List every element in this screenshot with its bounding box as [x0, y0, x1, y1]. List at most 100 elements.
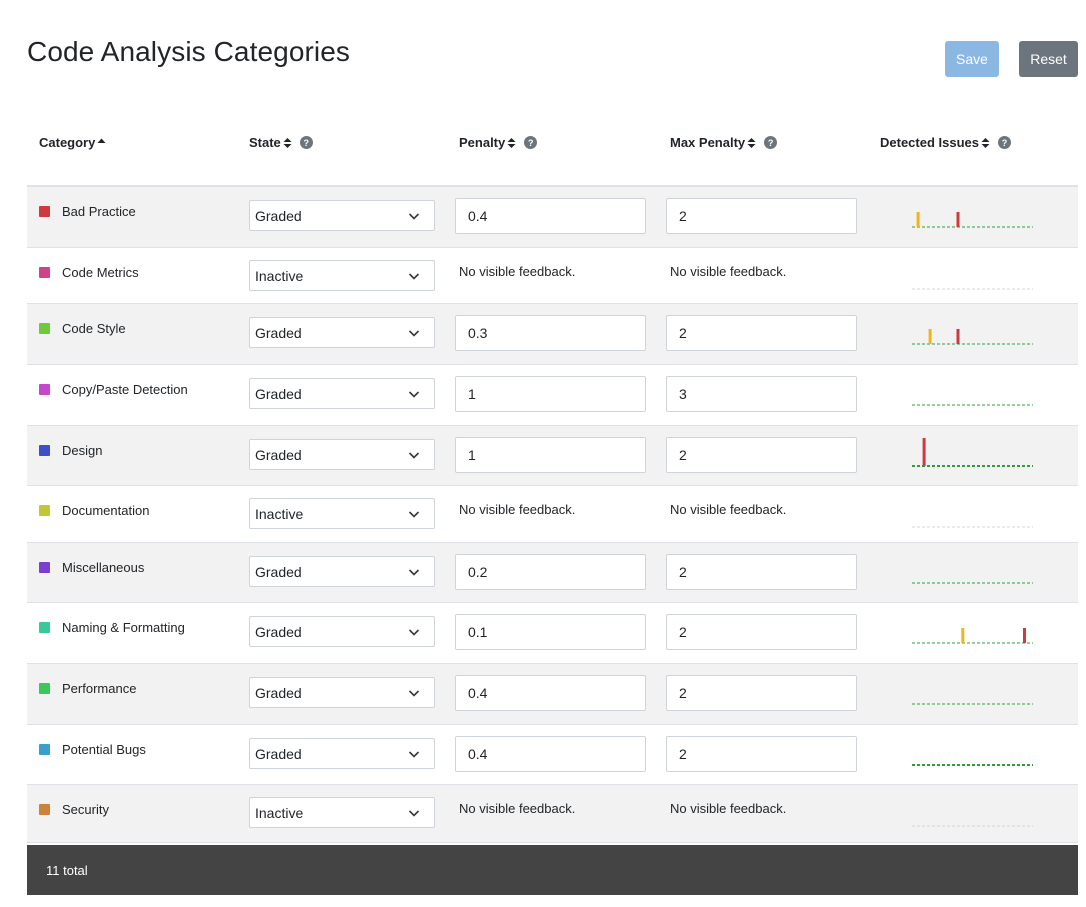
category-label: Performance [62, 681, 137, 696]
detected-issues-sparkline [912, 212, 1033, 228]
penalty-input[interactable]: 0.4 [455, 675, 646, 711]
state-select[interactable]: Inactive [249, 797, 435, 828]
chevron-down-icon [408, 213, 420, 220]
state-select-value: Graded [255, 207, 302, 224]
state-select[interactable]: Graded [249, 200, 435, 231]
penalty-no-feedback: No visible feedback. [459, 264, 576, 279]
chevron-down-icon [408, 810, 420, 817]
max-penalty-input[interactable]: 2 [666, 614, 857, 650]
category-color-swatch [39, 206, 50, 217]
max-penalty-value: 2 [679, 447, 687, 463]
table-row: Performance Graded 0.4 2 [27, 664, 1078, 725]
state-select[interactable]: Graded [249, 317, 435, 348]
detected-issues-sparkline [912, 703, 1033, 705]
detected-issues-sparkline [912, 288, 1033, 290]
penalty-no-feedback: No visible feedback. [459, 502, 576, 517]
penalty-input[interactable]: 1 [455, 437, 646, 473]
category-cell: Performance [39, 681, 136, 696]
max-penalty-input[interactable]: 2 [666, 315, 857, 351]
penalty-input[interactable]: 1 [455, 376, 646, 412]
state-select-value: Graded [255, 745, 302, 762]
state-select[interactable]: Inactive [249, 498, 435, 529]
sort-icon [507, 137, 516, 148]
max-penalty-input[interactable]: 2 [666, 198, 857, 234]
max-penalty-input[interactable]: 2 [666, 736, 857, 772]
detected-issues-sparkline [912, 438, 1033, 467]
column-header-category[interactable]: Category [39, 135, 106, 150]
state-select[interactable]: Graded [249, 616, 435, 647]
state-select-value: Graded [255, 446, 302, 463]
state-select[interactable]: Graded [249, 378, 435, 409]
help-icon[interactable]: ? [524, 136, 538, 149]
column-header-max-penalty[interactable]: Max Penalty ? [670, 135, 778, 150]
table-header: Category State ? Penalty ? Max Penalty ?… [27, 110, 1078, 187]
column-header-detected-issues[interactable]: Detected Issues ? [880, 135, 1011, 150]
table-row: Potential Bugs Graded 0.4 2 [27, 725, 1078, 785]
penalty-no-feedback: No visible feedback. [459, 801, 576, 816]
max-penalty-input[interactable]: 3 [666, 376, 857, 412]
category-label: Potential Bugs [62, 742, 146, 757]
chevron-down-icon [408, 452, 420, 459]
page-title: Code Analysis Categories [27, 36, 351, 67]
state-select[interactable]: Graded [249, 439, 435, 470]
penalty-input[interactable]: 0.1 [455, 614, 646, 650]
penalty-value: 0.4 [468, 208, 488, 224]
category-label: Copy/Paste Detection [62, 382, 188, 397]
save-button[interactable]: Save [945, 41, 999, 77]
max-penalty-value: 2 [679, 685, 687, 701]
detected-issues-sparkline [912, 825, 1033, 827]
max-penalty-value: 2 [679, 208, 687, 224]
chevron-down-icon [408, 511, 420, 518]
max-penalty-value: 2 [679, 564, 687, 580]
sort-icon [747, 137, 756, 148]
state-select[interactable]: Graded [249, 738, 435, 769]
issue-bar [928, 329, 932, 344]
detected-issues-sparkline [912, 329, 1033, 345]
categories-table: Category State ? Penalty ? Max Penalty ?… [27, 110, 1078, 843]
category-label: Security [62, 802, 109, 817]
state-select-value: Graded [255, 324, 302, 341]
penalty-input[interactable]: 0.4 [455, 736, 646, 772]
penalty-input[interactable]: 0.3 [455, 315, 646, 351]
max-penalty-value: 2 [679, 325, 687, 341]
max-penalty-input[interactable]: 2 [666, 554, 857, 590]
max-penalty-no-feedback: No visible feedback. [670, 801, 787, 816]
category-cell: Code Style [39, 321, 126, 336]
category-cell: Copy/Paste Detection [39, 382, 188, 397]
category-color-swatch [39, 562, 50, 573]
penalty-input[interactable]: 0.4 [455, 198, 646, 234]
category-color-swatch [39, 505, 50, 516]
state-select[interactable]: Graded [249, 556, 435, 587]
state-select[interactable]: Inactive [249, 260, 435, 291]
chevron-down-icon [408, 629, 420, 636]
penalty-input[interactable]: 0.2 [455, 554, 646, 590]
detected-issues-sparkline [912, 628, 1033, 644]
category-label: Miscellaneous [62, 560, 145, 575]
table-row: Miscellaneous Graded 0.2 2 [27, 543, 1078, 603]
table-row: Bad Practice Graded 0.4 2 [27, 187, 1078, 248]
table-body: Bad Practice Graded 0.4 2 Code Metrics Inacti… [27, 187, 1078, 843]
category-color-swatch [39, 445, 50, 456]
max-penalty-no-feedback: No visible feedback. [670, 264, 787, 279]
chevron-down-icon [408, 569, 420, 576]
column-header-state[interactable]: State ? [249, 135, 313, 150]
issue-bar [961, 628, 965, 643]
help-icon[interactable]: ? [764, 136, 778, 149]
penalty-value: 0.4 [468, 685, 488, 701]
state-select[interactable]: Graded [249, 677, 435, 708]
reset-button[interactable]: Reset [1019, 41, 1078, 77]
chevron-down-icon [408, 273, 420, 280]
max-penalty-input[interactable]: 2 [666, 437, 857, 473]
max-penalty-value: 3 [679, 386, 687, 402]
max-penalty-input[interactable]: 2 [666, 675, 857, 711]
help-icon[interactable]: ? [299, 136, 313, 149]
detected-issues-sparkline [912, 582, 1033, 584]
table-row: Code Metrics Inactive No visible feedback.… [27, 248, 1078, 304]
chevron-down-icon [408, 391, 420, 398]
category-label: Bad Practice [62, 204, 136, 219]
detected-issues-sparkline [912, 404, 1033, 406]
column-header-penalty[interactable]: Penalty ? [459, 135, 538, 150]
issue-bar [1023, 628, 1026, 643]
help-icon[interactable]: ? [998, 136, 1011, 149]
issue-bar [922, 438, 926, 466]
